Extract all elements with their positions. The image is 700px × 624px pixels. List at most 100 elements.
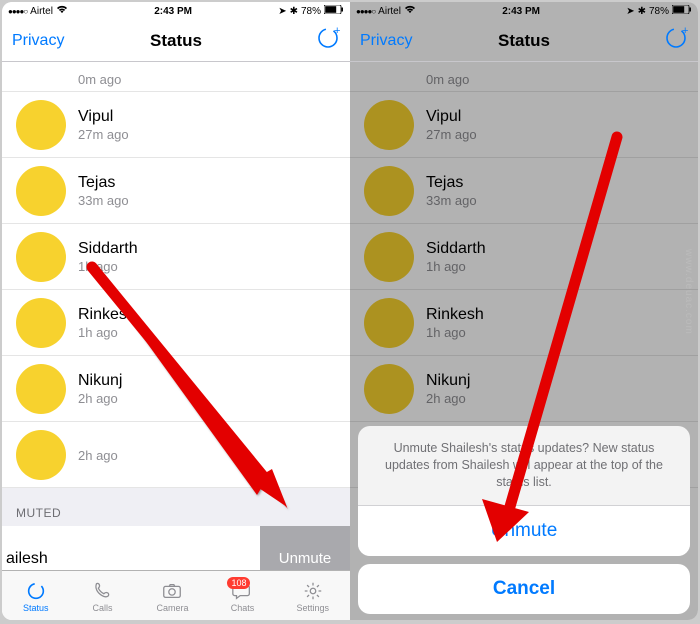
status-time: 27m ago [426, 127, 477, 142]
back-button[interactable]: Privacy [12, 32, 64, 50]
signal-dots-icon: ●●●●○ [8, 7, 27, 16]
battery-icon [672, 5, 692, 17]
watermark: www.deuac.com [683, 249, 694, 335]
status-row[interactable]: 2h ago [2, 422, 350, 488]
tab-label: Settings [296, 603, 329, 613]
gear-icon [301, 580, 325, 602]
status-time: 2h ago [78, 448, 118, 463]
phone-left: ●●●●○ Airtel 2:43 PM ➤ ✱ 78% Privacy Sta… [2, 2, 350, 620]
new-status-button[interactable]: + [664, 26, 688, 55]
tab-chats[interactable]: 108 Chats [230, 580, 254, 613]
battery-icon [324, 5, 344, 17]
carrier-label: Airtel [378, 6, 401, 17]
contact-name: Rinkesh [426, 306, 484, 324]
status-time: 33m ago [426, 193, 477, 208]
svg-text:+: + [334, 26, 340, 37]
clock: 2:43 PM [502, 6, 540, 17]
status-time: 2h ago [78, 391, 122, 406]
bluetooth-icon: ✱ [638, 6, 646, 17]
tab-label: Calls [92, 603, 112, 613]
location-icon: ➤ [626, 6, 634, 17]
status-time: 2h ago [426, 391, 470, 406]
status-icon [24, 580, 48, 602]
contact-name: Nikunj [426, 372, 470, 390]
status-row[interactable]: Vipul 27m ago [2, 92, 350, 158]
status-row[interactable]: Nikunj 2h ago [2, 356, 350, 422]
status-list[interactable]: 0m ago Vipul 27m ago Tejas 33m ago S [2, 62, 350, 570]
status-row: Rinkesh 1h ago [350, 290, 698, 356]
status-row[interactable]: Tejas 33m ago [2, 158, 350, 224]
avatar [16, 100, 66, 150]
tab-status[interactable]: Status [23, 580, 49, 613]
contact-name: ailesh [6, 550, 48, 568]
ios-status-bar: ●●●●○ Airtel 2:43 PM ➤ ✱ 78% [350, 2, 698, 20]
status-time: 0m ago [78, 72, 121, 87]
clock: 2:43 PM [154, 6, 192, 17]
avatar [364, 100, 414, 150]
contact-name: Rinkesh [78, 306, 136, 324]
sheet-cancel-button[interactable]: Cancel [358, 564, 690, 614]
signal-dots-icon: ●●●●○ [356, 7, 375, 16]
tab-settings[interactable]: Settings [296, 580, 329, 613]
status-row-partial: 0m ago [350, 62, 698, 92]
status-time: 1h ago [426, 325, 484, 340]
battery-percent: 78% [301, 6, 321, 17]
nav-bar: Privacy Status + [350, 20, 698, 62]
status-time: 1h ago [78, 259, 138, 274]
status-row: Nikunj 2h ago [350, 356, 698, 422]
status-row[interactable]: Rinkesh 1h ago [2, 290, 350, 356]
contact-name: Tejas [426, 174, 477, 192]
contact-name: Vipul [426, 108, 477, 126]
carrier-label: Airtel [30, 6, 53, 17]
avatar [364, 298, 414, 348]
avatar [16, 298, 66, 348]
avatar [16, 166, 66, 216]
status-row-partial[interactable]: 0m ago [2, 62, 350, 92]
status-row[interactable]: Siddarth 1h ago [2, 224, 350, 290]
sheet-unmute-button[interactable]: Unmute [358, 506, 690, 556]
back-button[interactable]: Privacy [360, 32, 412, 50]
status-time: 1h ago [78, 325, 136, 340]
avatar [364, 232, 414, 282]
status-row: Siddarth 1h ago [350, 224, 698, 290]
wifi-icon [404, 5, 416, 17]
nav-bar: Privacy Status + [2, 20, 350, 62]
avatar [364, 364, 414, 414]
contact-name: Siddarth [78, 240, 138, 258]
tab-calls[interactable]: Calls [90, 580, 114, 613]
status-time: 33m ago [78, 193, 129, 208]
avatar [16, 430, 66, 480]
camera-icon [160, 580, 184, 602]
avatar [16, 364, 66, 414]
chats-badge: 108 [227, 577, 250, 589]
bluetooth-icon: ✱ [290, 6, 298, 17]
phone-right: ●●●●○ Airtel 2:43 PM ➤ ✱ 78% Privacy Sta… [350, 2, 698, 620]
tab-label: Status [23, 603, 49, 613]
tab-label: Chats [231, 603, 255, 613]
location-icon: ➤ [278, 6, 286, 17]
status-row: Vipul 27m ago [350, 92, 698, 158]
tab-camera[interactable]: Camera [156, 580, 188, 613]
phone-icon [90, 580, 114, 602]
status-row: Tejas 33m ago [350, 158, 698, 224]
contact-name: Siddarth [426, 240, 486, 258]
status-time: 0m ago [426, 72, 469, 87]
tab-bar: Status Calls Camera 108 Chats Settings [2, 570, 350, 620]
action-sheet: Unmute Shailesh's status updates? New st… [358, 426, 690, 614]
contact-name: Tejas [78, 174, 129, 192]
muted-section-header: MUTED [2, 488, 350, 526]
battery-percent: 78% [649, 6, 669, 17]
tab-label: Camera [156, 603, 188, 613]
new-status-button[interactable]: + [316, 26, 340, 55]
avatar [364, 166, 414, 216]
muted-row-swiped[interactable]: ailesh Unmute [2, 526, 350, 570]
ios-status-bar: ●●●●○ Airtel 2:43 PM ➤ ✱ 78% [2, 2, 350, 20]
wifi-icon [56, 5, 68, 17]
svg-text:+: + [682, 26, 688, 37]
contact-name: Nikunj [78, 372, 122, 390]
contact-name: Vipul [78, 108, 129, 126]
sheet-message: Unmute Shailesh's status updates? New st… [358, 426, 690, 506]
status-time: 1h ago [426, 259, 486, 274]
unmute-swipe-button[interactable]: Unmute [260, 526, 350, 570]
avatar [16, 232, 66, 282]
